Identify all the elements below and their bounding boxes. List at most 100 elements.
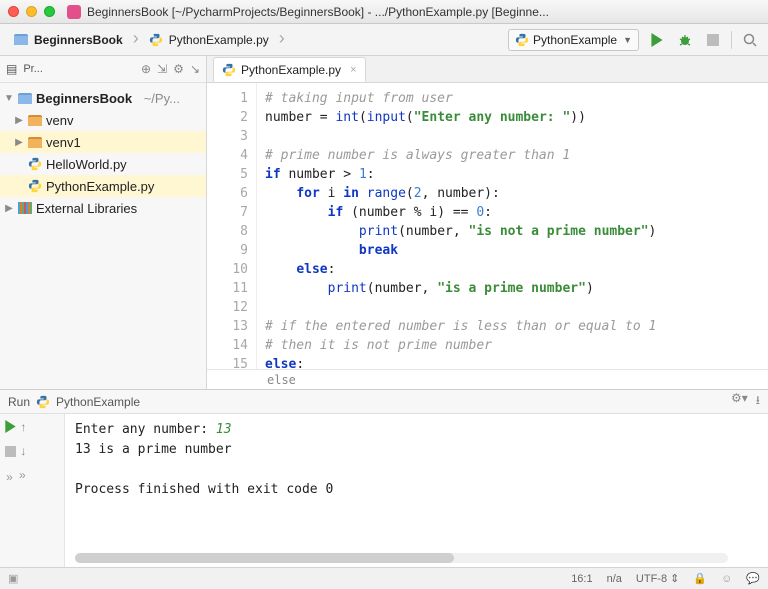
tree-item-label: PythonExample.py: [46, 179, 154, 194]
up-icon[interactable]: ↑: [20, 420, 26, 434]
breadcrumb-file-label: PythonExample.py: [169, 33, 269, 47]
python-file-icon: [28, 157, 42, 171]
collapse-all-icon[interactable]: ⇲: [157, 62, 167, 76]
run-body: » ↑ ↓ » Enter any number: 13 13 is a pri…: [0, 414, 768, 567]
python-file-icon: [28, 179, 42, 193]
tree-item-label: venv: [46, 113, 73, 128]
status-bar: ▣ 16:1 n/a UTF-8 ⇕ 🔒 ☺ 💬: [0, 567, 768, 589]
status-cursor[interactable]: 16:1: [571, 573, 592, 585]
scroll-from-source-icon[interactable]: ⊕: [141, 62, 151, 76]
code-editor[interactable]: 12345678910111213141516 # taking input f…: [207, 83, 768, 369]
console-line: Process finished with exit code 0: [75, 480, 758, 500]
project-tool-header: ▤ Pr... ⊕ ⇲ ⚙ ↘: [0, 56, 206, 83]
breadcrumb-file[interactable]: PythonExample.py: [143, 31, 275, 49]
gear-icon[interactable]: ⚙▾: [731, 391, 748, 412]
separator: [731, 31, 732, 49]
tree-item-helloworld[interactable]: HelloWorld.py: [0, 153, 206, 175]
folder-icon: [14, 34, 28, 45]
python-file-icon: [515, 33, 529, 47]
chevron-down-icon: ▼: [623, 35, 632, 45]
console-line: Enter any number: 13: [75, 420, 758, 440]
python-file-icon: [222, 63, 236, 77]
down-icon[interactable]: ↓: [20, 444, 26, 458]
breadcrumb-project[interactable]: BeginnersBook: [8, 31, 129, 49]
run-button[interactable]: [647, 30, 667, 50]
editor-tab[interactable]: PythonExample.py ×: [213, 57, 366, 82]
tree-item-label: External Libraries: [36, 201, 137, 216]
console-input-value: 13: [216, 422, 232, 437]
stop-button[interactable]: [5, 446, 16, 460]
editor-area: PythonExample.py × 123456789101112131415…: [207, 56, 768, 389]
run-config-label: PythonExample: [533, 33, 617, 47]
tree-item-venv1[interactable]: ▶ venv1: [0, 131, 206, 153]
run-side-toolbar: » ↑ ↓ »: [0, 414, 64, 567]
folder-icon: [28, 115, 42, 126]
more-icon[interactable]: »: [6, 470, 15, 484]
tree-item-pythonexample[interactable]: PythonExample.py: [0, 175, 206, 197]
chevron-right-icon[interactable]: ▶: [14, 137, 24, 148]
libraries-icon: [18, 202, 32, 214]
window-controls: [8, 6, 55, 17]
window-title: BeginnersBook [~/PycharmProjects/Beginne…: [87, 5, 760, 19]
status-linesep[interactable]: n/a: [607, 573, 622, 585]
main-split: ▤ Pr... ⊕ ⇲ ⚙ ↘ ▼ BeginnersBook ~/Py... …: [0, 56, 768, 389]
project-root-path: ~/Py...: [144, 91, 180, 106]
project-tree[interactable]: ▼ BeginnersBook ~/Py... ▶ venv ▶ venv1 H…: [0, 83, 206, 223]
hide-icon[interactable]: ↘: [190, 62, 200, 76]
tree-external-libraries[interactable]: ▶ External Libraries: [0, 197, 206, 219]
project-tool-window: ▤ Pr... ⊕ ⇲ ⚙ ↘ ▼ BeginnersBook ~/Py... …: [0, 56, 207, 389]
stop-button[interactable]: [703, 30, 723, 50]
lock-icon[interactable]: 🔒: [693, 572, 707, 585]
project-tool-title: Pr...: [23, 63, 43, 75]
tree-item-venv[interactable]: ▶ venv: [0, 109, 206, 131]
editor-gutter: 12345678910111213141516: [207, 83, 257, 369]
console-blank: [75, 460, 758, 480]
chat-icon[interactable]: 💬: [746, 572, 760, 585]
tree-item-label: HelloWorld.py: [46, 157, 127, 172]
horizontal-scrollbar[interactable]: [75, 553, 728, 563]
status-encoding[interactable]: UTF-8 ⇕: [636, 572, 679, 585]
more-icon[interactable]: »: [19, 468, 28, 482]
app-icon: [67, 5, 81, 19]
gear-icon[interactable]: ⚙: [173, 62, 184, 76]
window-titlebar: BeginnersBook [~/PycharmProjects/Beginne…: [0, 0, 768, 24]
minimize-icon[interactable]: [26, 6, 37, 17]
console-prompt: Enter any number:: [75, 422, 216, 437]
breadcrumb-project-label: BeginnersBook: [34, 33, 123, 47]
chevron-right-icon[interactable]: ▶: [4, 203, 14, 214]
run-tool-window: Run PythonExample ⚙▾ ⭳ » ↑ ↓ » Enter any…: [0, 389, 768, 567]
search-button[interactable]: [740, 30, 760, 50]
close-icon[interactable]: [8, 6, 19, 17]
editor-breadcrumb-label: else: [267, 373, 296, 387]
run-config-selector[interactable]: PythonExample ▼: [508, 29, 639, 51]
editor-breadcrumb[interactable]: else: [207, 369, 768, 389]
main-toolbar: BeginnersBook › PythonExample.py › Pytho…: [0, 24, 768, 56]
tree-project-root[interactable]: ▼ BeginnersBook ~/Py...: [0, 87, 206, 109]
folder-icon: [18, 93, 32, 104]
console-line: 13 is a prime number: [75, 440, 758, 460]
download-icon[interactable]: ⭳: [756, 391, 760, 412]
scrollbar-thumb[interactable]: [75, 553, 454, 563]
chevron-right-icon: ›: [279, 28, 285, 49]
run-tool-title: PythonExample: [56, 395, 140, 409]
editor-tabstrip: PythonExample.py ×: [207, 56, 768, 83]
tool-windows-icon[interactable]: ▣: [8, 572, 18, 585]
project-view-icon: ▤: [6, 62, 17, 76]
chevron-right-icon[interactable]: ▶: [14, 115, 24, 126]
folder-icon: [28, 137, 42, 148]
project-root-label: BeginnersBook: [36, 91, 132, 106]
editor-lines[interactable]: # taking input from usernumber = int(inp…: [257, 83, 656, 369]
inspector-icon[interactable]: ☺: [721, 573, 732, 585]
close-icon[interactable]: ×: [350, 64, 356, 76]
tree-item-label: venv1: [46, 135, 81, 150]
editor-tab-label: PythonExample.py: [241, 63, 341, 77]
run-tool-header: Run PythonExample ⚙▾ ⭳: [0, 390, 768, 414]
rerun-button[interactable]: [4, 420, 17, 436]
python-file-icon: [149, 33, 163, 47]
chevron-down-icon[interactable]: ▼: [4, 93, 14, 104]
run-tool-title-prefix: Run: [8, 395, 30, 409]
run-console[interactable]: Enter any number: 13 13 is a prime numbe…: [64, 414, 768, 567]
debug-button[interactable]: [675, 30, 695, 50]
zoom-icon[interactable]: [44, 6, 55, 17]
chevron-right-icon: ›: [133, 28, 139, 49]
